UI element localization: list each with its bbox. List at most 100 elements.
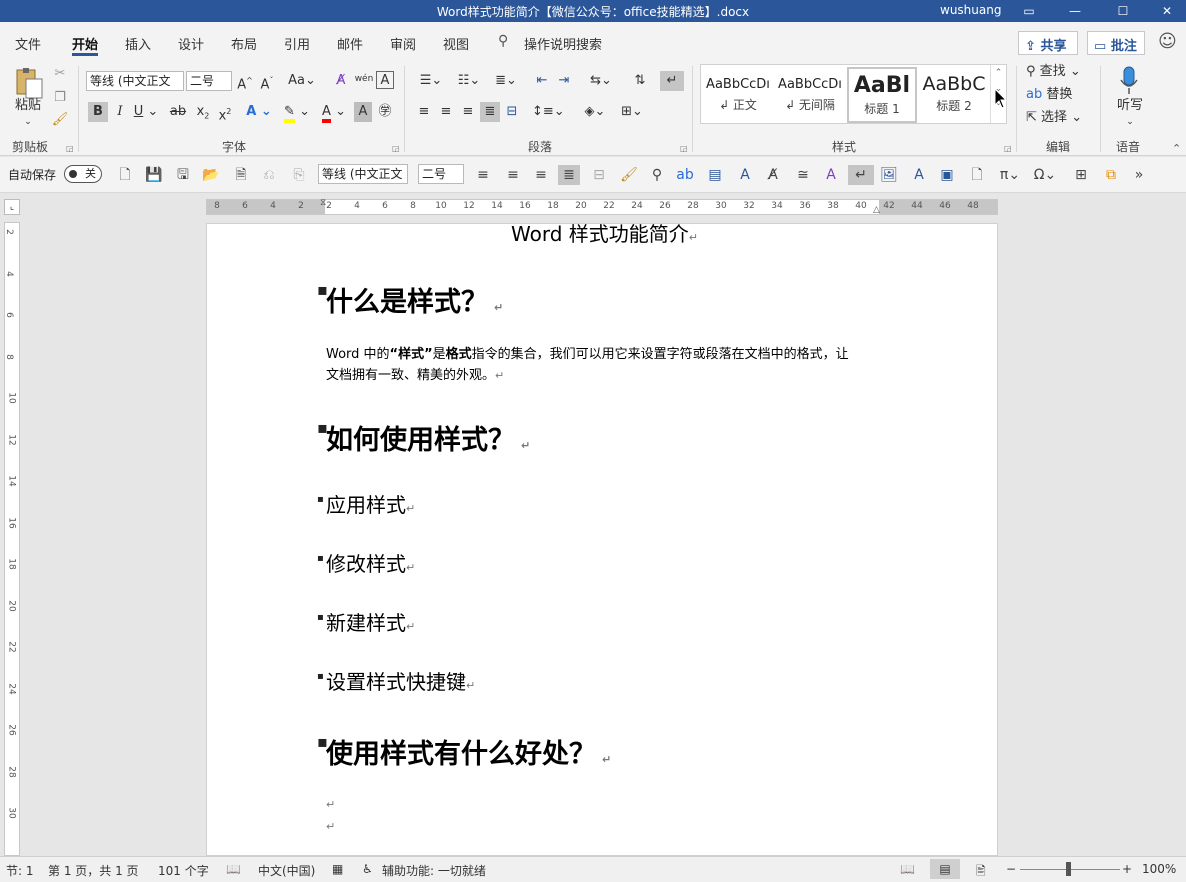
feedback-smiley-icon[interactable]: ☺ [1158,31,1177,52]
collapse-ribbon-icon[interactable]: ⌃ [1172,142,1181,155]
tab-insert[interactable]: 插入 [125,34,151,53]
strikethrough-button[interactable]: ab [166,102,190,122]
qat-show-marks-icon[interactable]: ↵ [848,165,874,185]
new-document-icon[interactable]: 🗋 [114,165,136,185]
distributed-icon[interactable]: ⊟ [502,102,522,122]
qat-styles-icon[interactable]: A [820,165,842,185]
numbering-button[interactable]: ☷⌄ [452,71,486,91]
accessibility-icon[interactable]: ♿ [362,862,373,876]
increase-indent-icon[interactable]: ⇥ [554,71,574,91]
italic-button[interactable]: I [112,102,128,122]
multilevel-list-button[interactable]: ≣⌄ [490,71,522,91]
phonetic-guide-icon[interactable]: wén [354,69,374,89]
user-name[interactable]: wushuang [940,3,1001,17]
text-direction-icon[interactable]: ⇆⌄ [586,71,616,91]
bullets-button[interactable]: ☰⌄ [414,71,448,91]
horizontal-ruler[interactable]: ⧖ △ 8 6 4 2 2 4 6 8 10 12 14 16 18 20 22 24 26 28 30 32 34 36… [206,198,998,215]
qat-font-select[interactable]: 等线 (中文正文 [318,164,408,184]
style-heading-1[interactable]: AaBl 标题 1 [847,67,917,123]
undo-icon[interactable]: ⎌ [258,165,280,185]
tab-design[interactable]: 设计 [178,34,204,53]
autosave-toggle[interactable]: 关 [64,165,102,183]
align-right-icon[interactable]: ≡ [458,102,478,122]
highlight-button[interactable]: ✎ ⌄ [280,102,314,123]
select-button[interactable]: ⇱ 选择 ⌄ [1026,108,1090,128]
underline-button[interactable]: U ⌄ [132,102,160,122]
print-preview-icon[interactable]: 🗎 [230,165,252,185]
zoom-in-icon[interactable]: + [1122,862,1132,876]
qat-find-icon[interactable]: ⚲ [646,165,668,185]
save-as-icon[interactable]: 🖫 [172,165,194,185]
qat-justify-icon[interactable]: ≣ [558,165,580,185]
tab-mailings[interactable]: 邮件 [337,34,363,53]
replace-button[interactable]: ab 替换 [1026,85,1080,105]
tab-file[interactable]: 文件 [15,34,41,53]
subscript-button[interactable]: x2 [194,102,212,122]
shading-icon[interactable]: ◈⌄ [578,102,612,122]
font-size-select[interactable]: 二号 [186,71,232,91]
vertical-ruler[interactable]: 2 4 6 8 10 12 14 16 18 20 22 24 26 28 30 [4,222,20,856]
qat-field-icon[interactable]: ▣ [936,165,958,185]
qat-align-right-icon[interactable]: ≡ [530,165,552,185]
qat-clear-format-icon[interactable]: A̸ [762,165,784,185]
qat-table-icon[interactable]: ⊞ [1070,165,1092,185]
paragraph-launcher-icon[interactable]: ◲ [680,144,688,153]
enclose-characters-icon[interactable]: ㊫ [376,102,394,122]
bold-button[interactable]: B [88,102,108,122]
qat-textbox-icon[interactable]: ▤ [704,165,726,185]
redo-icon[interactable]: ⎘ [288,165,310,185]
document-page[interactable]: Word 样式功能简介↵ ▪ 什么是样式？ ↵ Word 中的“样式”是格式指令的… [206,223,998,856]
qat-format-painter-icon[interactable]: 🖌 [618,165,640,185]
paste-icon[interactable] [12,66,46,100]
style-heading-2[interactable]: AaBbC 标题 2 [919,67,989,123]
zoom-level[interactable]: 100% [1142,862,1176,876]
print-layout-icon[interactable]: ▤ [930,859,960,879]
proofing-icon[interactable]: 📖 [226,862,241,876]
qat-page-icon[interactable]: 🗋 [966,165,988,185]
right-indent-marker-icon[interactable]: △ [873,205,880,215]
superscript-button[interactable]: x2 [216,102,234,123]
style-normal[interactable]: AaBbCcDı ↲ 正文 [703,67,773,123]
tab-home[interactable]: 开始 [72,34,99,56]
status-accessibility[interactable]: 辅助功能: 一切就绪 [382,862,486,879]
tell-me-search[interactable]: 操作说明搜索 [524,34,602,53]
character-shading-icon[interactable]: A [354,102,372,122]
qat-align-left-icon[interactable]: ≡ [472,165,494,185]
status-section[interactable]: 节: 1 [6,862,34,879]
microphone-icon[interactable] [1118,66,1140,99]
qat-more-icon[interactable]: » [1128,165,1150,185]
qat-object-icon[interactable]: ⧉ [1100,165,1122,185]
qat-symbol-icon[interactable]: Ω⌄ [1030,165,1060,185]
text-effects-button[interactable]: A ⌄ [244,102,274,122]
paste-dropdown-icon[interactable]: ⌄ [18,112,38,132]
web-layout-icon[interactable]: 🖹 [976,862,986,882]
cut-icon[interactable]: ✂ [50,64,70,84]
qat-paragraph-icon[interactable]: ≅ [792,165,814,185]
format-painter-icon[interactable]: 🖌 [50,110,70,130]
qat-align-center-icon[interactable]: ≡ [502,165,524,185]
status-page[interactable]: 第 1 页，共 1 页 [48,862,139,879]
justify-icon[interactable]: ≣ [480,102,500,122]
font-launcher-icon[interactable]: ◲ [392,144,400,153]
change-case-button[interactable]: Aa⌄ [286,71,318,91]
show-marks-icon[interactable]: ↵ [660,71,684,91]
qat-textbox2-icon[interactable]: A [908,165,930,185]
find-button[interactable]: ⚲ 查找 ⌄ [1026,62,1090,82]
sort-icon[interactable]: ⇅ [630,71,650,91]
shrink-font-button[interactable]: Aˇ [258,71,276,92]
minimize-button[interactable]: — [1058,0,1092,22]
qat-distributed-icon[interactable]: ⊟ [588,165,610,185]
copy-icon[interactable]: ❐ [50,88,70,108]
align-center-icon[interactable]: ≡ [436,102,456,122]
status-language[interactable]: 中文(中国) [258,862,315,879]
tab-references[interactable]: 引用 [284,34,310,53]
read-mode-icon[interactable]: 📖 [900,862,915,876]
line-spacing-icon[interactable]: ↕≡⌄ [532,102,565,122]
maximize-button[interactable]: ☐ [1106,0,1140,22]
tab-layout[interactable]: 布局 [231,34,257,53]
font-color-button[interactable]: A ⌄ [318,102,350,123]
qat-equation-icon[interactable]: π⌄ [996,165,1024,185]
borders-icon[interactable]: ⊞⌄ [616,102,648,122]
status-word-count[interactable]: 101 个字 [158,862,209,879]
styles-launcher-icon[interactable]: ◲ [1004,144,1012,153]
